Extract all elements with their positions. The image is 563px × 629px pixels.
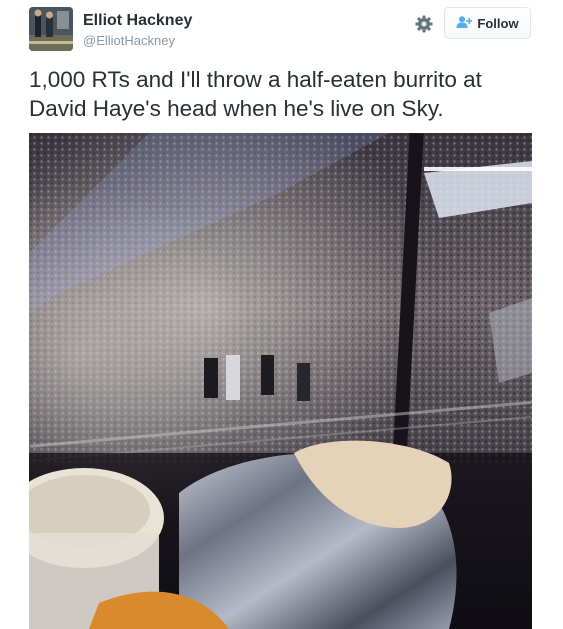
tweet-header: Elliot Hackney @ElliotHackney Follow: [0, 0, 563, 60]
gear-icon[interactable]: [412, 12, 436, 36]
add-user-icon: [456, 15, 473, 31]
avatar[interactable]: [29, 7, 73, 51]
follow-button[interactable]: Follow: [444, 7, 531, 39]
follow-label: Follow: [477, 15, 519, 31]
tweet-text: 1,000 RTs and I'll throw a half-eaten bu…: [29, 67, 482, 121]
author-handle[interactable]: @ElliotHackney: [83, 33, 175, 48]
tweet-photo[interactable]: [29, 133, 532, 629]
author-name[interactable]: Elliot Hackney: [83, 12, 192, 30]
